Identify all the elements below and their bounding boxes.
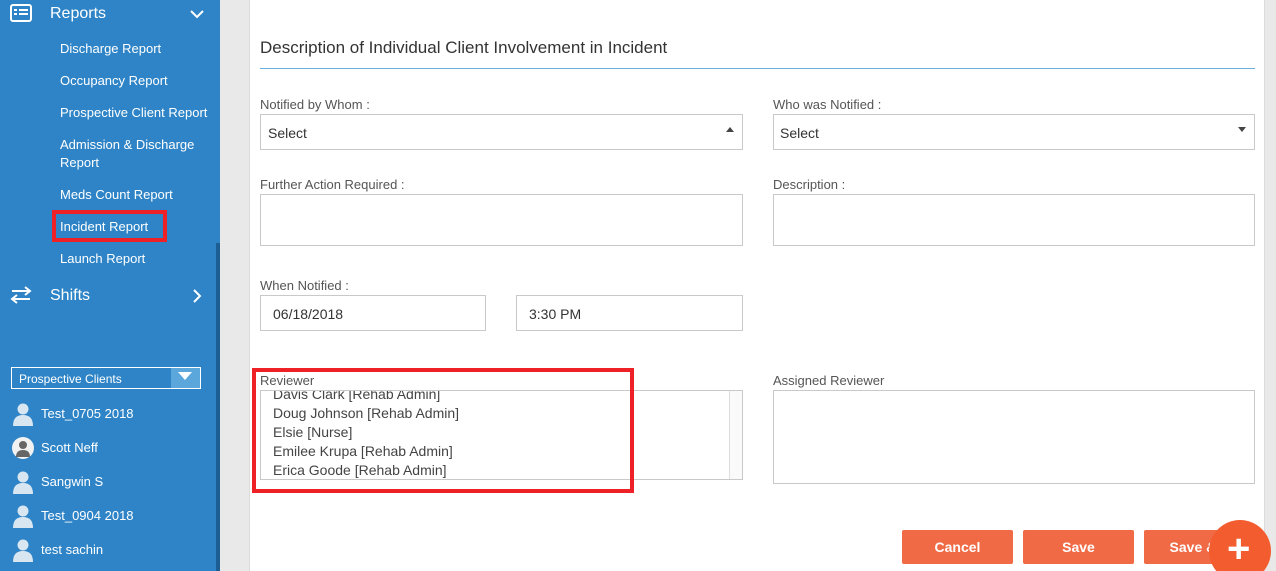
- dropdown-button[interactable]: [171, 368, 200, 388]
- sidebar-shifts-label: Shifts: [50, 287, 91, 304]
- description-field[interactable]: [773, 194, 1255, 246]
- notified-by-label: Notified by Whom :: [260, 97, 370, 112]
- user-avatar-icon: [13, 471, 33, 494]
- section-divider: [260, 68, 1255, 69]
- save-button[interactable]: Save: [1023, 530, 1134, 564]
- assigned-reviewer-label: Assigned Reviewer: [773, 373, 885, 388]
- client-name: Scott Neff: [41, 440, 98, 455]
- list-icon: [10, 4, 32, 22]
- prospective-clients-select[interactable]: Prospective Clients: [11, 367, 201, 389]
- further-action-label: Further Action Required :: [260, 177, 405, 192]
- section-title: Description of Individual Client Involve…: [260, 38, 668, 57]
- prospective-clients-value: Prospective Clients: [19, 372, 122, 386]
- when-notified-time: 3:30 PM: [529, 306, 582, 322]
- when-notified-time-field[interactable]: 3:30 PM: [516, 295, 743, 331]
- who-notified-select[interactable]: Select: [773, 114, 1255, 150]
- sidebar: Reports Discharge Report Occupancy Repor…: [0, 0, 220, 571]
- sidebar-item-launch-report[interactable]: Launch Report: [60, 250, 145, 268]
- cancel-button[interactable]: Cancel: [902, 530, 1013, 564]
- assigned-reviewer-listbox[interactable]: [773, 390, 1255, 484]
- notified-by-select[interactable]: Select: [260, 114, 743, 150]
- user-avatar-icon: [12, 437, 34, 459]
- reviewer-scrollbar[interactable]: [729, 391, 742, 479]
- swap-arrows-icon: [10, 286, 32, 304]
- user-avatar-icon: [13, 505, 33, 528]
- client-item[interactable]: Sangwin S: [0, 468, 216, 496]
- notified-by-value: Select: [268, 125, 307, 141]
- who-notified-label: Who was Notified :: [773, 97, 882, 112]
- client-name: Sangwin S: [41, 474, 104, 489]
- client-item[interactable]: test sachin: [0, 536, 216, 564]
- caret-down-icon: [178, 372, 192, 380]
- client-name: test sachin: [41, 542, 104, 557]
- sidebar-reports-label: Reports: [50, 5, 107, 22]
- chevron-down-icon[interactable]: [189, 6, 205, 22]
- description-label: Description :: [773, 177, 846, 192]
- sidebar-item-prospective-client-report[interactable]: Prospective Client Report: [60, 104, 207, 122]
- plus-icon: +: [1227, 527, 1251, 571]
- client-name: Test_0904 2018: [41, 508, 134, 523]
- incident-report-highlight: [52, 210, 167, 242]
- chevron-right-icon[interactable]: [189, 288, 205, 304]
- client-item[interactable]: Test_0904 2018: [0, 502, 216, 530]
- client-name: Test_0705 2018: [41, 406, 134, 421]
- user-avatar-icon: [13, 539, 33, 562]
- reviewer-highlight: [252, 368, 634, 493]
- who-notified-value: Select: [780, 125, 819, 141]
- sidebar-scrollbar[interactable]: [216, 243, 220, 571]
- sidebar-item-occupancy-report[interactable]: Occupancy Report: [60, 72, 168, 90]
- when-notified-date: 06/18/2018: [273, 306, 344, 322]
- sidebar-item-admission-discharge-report-line2[interactable]: Report: [60, 154, 99, 172]
- user-avatar-icon: [13, 403, 33, 426]
- caret-down-icon: [1238, 127, 1246, 132]
- when-notified-label: When Notified :: [260, 278, 349, 293]
- client-item[interactable]: Test_0705 2018: [0, 400, 216, 428]
- when-notified-date-field[interactable]: 06/18/2018: [260, 295, 486, 331]
- sidebar-item-shifts[interactable]: Shifts: [0, 282, 216, 310]
- sidebar-item-meds-count-report[interactable]: Meds Count Report: [60, 186, 173, 204]
- further-action-field[interactable]: [260, 194, 743, 246]
- sidebar-item-reports[interactable]: Reports: [0, 0, 216, 28]
- client-item[interactable]: Scott Neff: [0, 434, 216, 462]
- sidebar-item-admission-discharge-report[interactable]: Admission & Discharge: [60, 136, 194, 154]
- caret-up-icon: [726, 127, 734, 132]
- sidebar-item-discharge-report[interactable]: Discharge Report: [60, 40, 161, 58]
